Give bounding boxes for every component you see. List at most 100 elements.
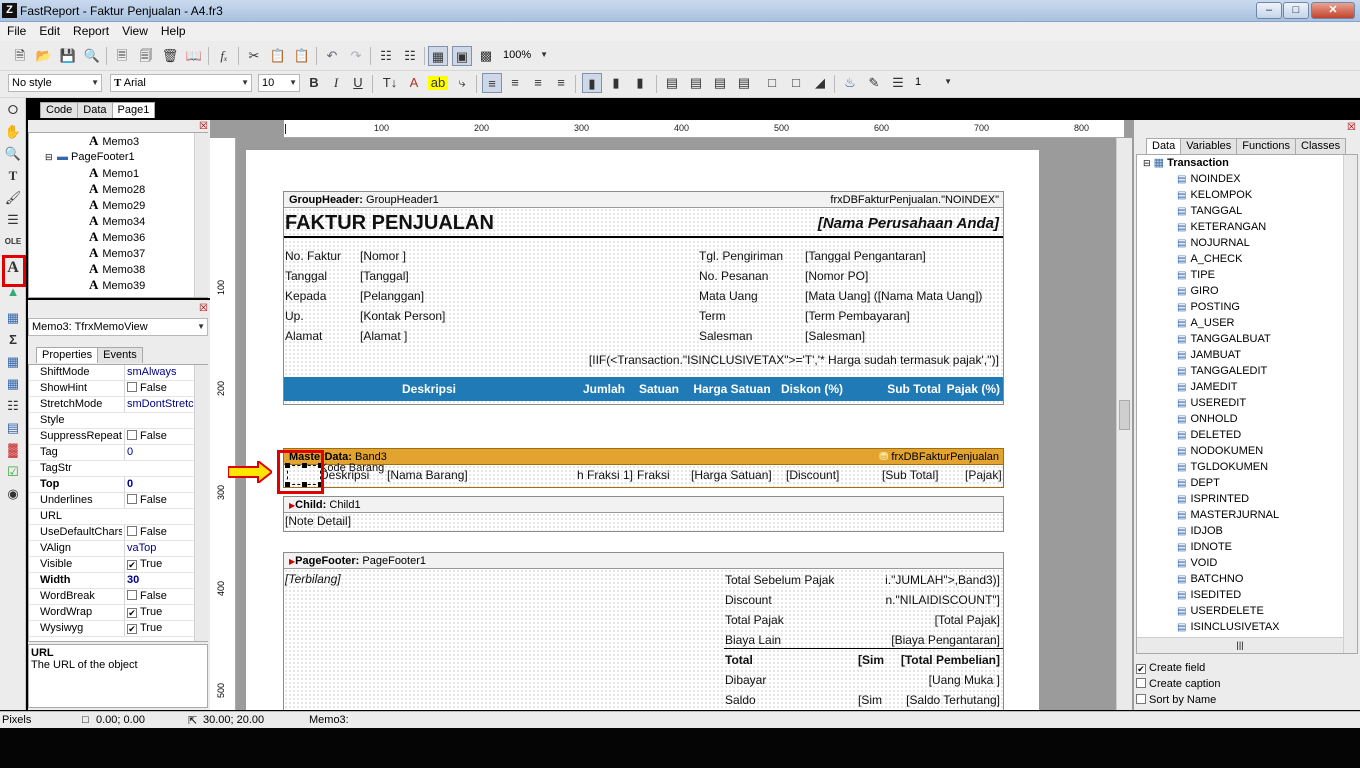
total-value[interactable]: [Uang Muka ] bbox=[929, 673, 1000, 687]
sim-1[interactable]: [Sim bbox=[858, 653, 884, 667]
font-color-icon[interactable]: A bbox=[404, 73, 424, 93]
panel-close-icon[interactable]: ☒ bbox=[199, 121, 208, 132]
field-item[interactable]: ▤ TANGGAL bbox=[1177, 203, 1280, 219]
company-name[interactable]: [Nama Perusahaan Anda] bbox=[818, 215, 999, 232]
total-value[interactable]: [Biaya Pengantaran] bbox=[891, 633, 1000, 647]
checkbox[interactable] bbox=[1136, 694, 1146, 704]
total-value[interactable]: i."JUMLAH">,Band3)] bbox=[885, 573, 1000, 587]
align-center-icon[interactable]: ≡ bbox=[505, 73, 525, 93]
property-checkbox[interactable]: ✔ bbox=[127, 560, 137, 570]
property-row[interactable]: URL bbox=[29, 509, 207, 525]
align-right-icon[interactable]: ≡ bbox=[528, 73, 548, 93]
frame-left-icon[interactable]: ▤ bbox=[710, 73, 730, 93]
copy-icon[interactable]: 📋 bbox=[268, 46, 288, 66]
zoom-select[interactable]: 100% ▼ bbox=[500, 47, 550, 65]
field-item[interactable]: ▤ IDJOB bbox=[1177, 523, 1280, 539]
property-checkbox[interactable] bbox=[127, 590, 137, 600]
delete-page-icon[interactable]: 🗑 bbox=[160, 46, 180, 66]
customer-value[interactable]: [Pelanggan] bbox=[360, 289, 424, 303]
valign-top-icon[interactable]: ▮ bbox=[582, 73, 602, 93]
close-button[interactable]: ✕ bbox=[1311, 2, 1355, 19]
rich-text-icon[interactable]: ▤ bbox=[3, 418, 23, 438]
preview-icon[interactable]: 🔍 bbox=[82, 46, 102, 66]
shape-icon[interactable]: ◉ bbox=[3, 484, 23, 504]
tree-item[interactable]: ▬ ⊟ PageFooter1 bbox=[29, 149, 207, 165]
column-header[interactable]: Pajak (%) bbox=[944, 377, 1003, 401]
font-settings-icon[interactable]: T↓ bbox=[380, 73, 400, 93]
field-list-hscroll[interactable]: ||| bbox=[1137, 637, 1343, 653]
total-label[interactable]: Dibayar bbox=[725, 673, 766, 687]
fill-color-icon[interactable]: ♨ bbox=[840, 73, 860, 93]
total-value[interactable]: [Total Pajak] bbox=[935, 613, 1000, 627]
customer-label[interactable]: Alamat bbox=[285, 329, 322, 343]
shipping-label[interactable]: Tgl. Pengiriman bbox=[699, 249, 783, 263]
shipping-label[interactable]: Salesman bbox=[699, 329, 752, 343]
tab-properties[interactable]: Properties bbox=[36, 347, 99, 363]
field-item[interactable]: ▤ TGLDOKUMEN bbox=[1177, 459, 1280, 475]
tree-item[interactable]: A Memo38 bbox=[29, 261, 207, 277]
checkbox[interactable] bbox=[1136, 678, 1146, 688]
detail-name[interactable]: [Nama Barang] bbox=[387, 468, 468, 482]
report-title[interactable]: FAKTUR PENJUALAN bbox=[285, 212, 494, 235]
zoom-tool-icon[interactable]: 🔍 bbox=[3, 144, 23, 164]
menu-report[interactable]: Report bbox=[66, 22, 115, 38]
property-row[interactable]: Style bbox=[29, 413, 207, 429]
select-tool-icon[interactable]: ⭘ bbox=[3, 100, 23, 120]
property-row[interactable]: ShiftMode smAlways bbox=[29, 365, 207, 381]
hand-tool-icon[interactable]: ✋ bbox=[3, 122, 23, 142]
font-name-select[interactable]: T Arial ▼ bbox=[110, 74, 252, 92]
customer-value[interactable]: [Nomor ] bbox=[360, 249, 406, 263]
column-header[interactable]: Harga Satuan bbox=[687, 377, 777, 401]
tree-item[interactable]: A Memo3 bbox=[29, 133, 207, 149]
frame-top-icon[interactable]: ▤ bbox=[662, 73, 682, 93]
property-checkbox[interactable] bbox=[127, 494, 137, 504]
property-row[interactable]: WordBreak False bbox=[29, 589, 207, 605]
ole-icon[interactable]: OLE bbox=[3, 232, 23, 252]
undo-icon[interactable]: ↶ bbox=[322, 46, 342, 66]
tab-data[interactable]: Data bbox=[77, 102, 113, 118]
frame-bottom-icon[interactable]: ▤ bbox=[686, 73, 706, 93]
field-item[interactable]: ▤ ISPRINTED bbox=[1177, 491, 1280, 507]
terbilang[interactable]: [Terbilang] bbox=[285, 572, 341, 586]
option-checkbox[interactable]: Create caption bbox=[1136, 676, 1358, 692]
menu-view[interactable]: View bbox=[115, 22, 154, 38]
save-icon[interactable]: 💾 bbox=[58, 46, 78, 66]
property-checkbox[interactable] bbox=[127, 526, 137, 536]
valign-center-icon[interactable]: ▮ bbox=[606, 73, 626, 93]
frame-color-icon[interactable]: ✎ bbox=[864, 73, 884, 93]
customer-value[interactable]: [Kontak Person] bbox=[360, 309, 445, 323]
underline-icon[interactable]: U bbox=[348, 73, 368, 93]
tab-functions[interactable]: Functions bbox=[1236, 138, 1296, 154]
align-justify-icon[interactable]: ≡ bbox=[551, 73, 571, 93]
field-item[interactable]: ▤ MASTERJURNAL bbox=[1177, 507, 1280, 523]
align-grid-icon[interactable]: ▣ bbox=[452, 46, 472, 66]
field-item[interactable]: ▤ TANGGALBUAT bbox=[1177, 331, 1280, 347]
tree-item[interactable]: A Memo28 bbox=[29, 181, 207, 197]
new-page-icon[interactable]: 🗏 bbox=[112, 46, 132, 66]
shadow-icon[interactable]: ◢ bbox=[810, 73, 830, 93]
tree-scrollbar[interactable] bbox=[194, 133, 208, 297]
total-value[interactable]: [Saldo Terhutang] bbox=[906, 693, 1000, 707]
field-item[interactable]: ▤ ONHOLD bbox=[1177, 411, 1280, 427]
total-label[interactable]: Discount bbox=[725, 593, 772, 607]
bold-icon[interactable]: B bbox=[304, 73, 324, 93]
page-settings-icon[interactable]: 📖 bbox=[184, 46, 204, 66]
tax-note[interactable]: [IIF(<Transaction."ISINCLUSIVETAX">='T',… bbox=[589, 353, 999, 367]
field-item[interactable]: ▤ ISEDITED bbox=[1177, 587, 1280, 603]
font-size-select[interactable]: 10 ▼ bbox=[258, 74, 300, 92]
field-item[interactable]: ▤ JAMBUAT bbox=[1177, 347, 1280, 363]
field-item[interactable]: ▤ NOINDEX bbox=[1177, 171, 1280, 187]
cut-icon[interactable]: ✂ bbox=[244, 46, 264, 66]
sum-icon[interactable]: Σ bbox=[3, 330, 23, 350]
tab-page1[interactable]: Page1 bbox=[111, 102, 156, 118]
field-item[interactable]: ▤ KELOMPOK bbox=[1177, 187, 1280, 203]
property-checkbox[interactable]: ✔ bbox=[127, 624, 137, 634]
total-value[interactable]: n."NILAIDISCOUNT"] bbox=[885, 593, 1000, 607]
tree-item[interactable]: A Memo37 bbox=[29, 245, 207, 261]
shipping-value[interactable]: [Salesman] bbox=[805, 329, 865, 343]
detail-desc[interactable]: Deskripsi bbox=[320, 468, 369, 482]
shipping-label[interactable]: Mata Uang bbox=[699, 289, 758, 303]
field-item[interactable]: ▤ TANGGALEDIT bbox=[1177, 363, 1280, 379]
detail-price[interactable]: [Harga Satuan] bbox=[691, 468, 772, 482]
checkbox[interactable]: ✔ bbox=[1136, 664, 1146, 674]
